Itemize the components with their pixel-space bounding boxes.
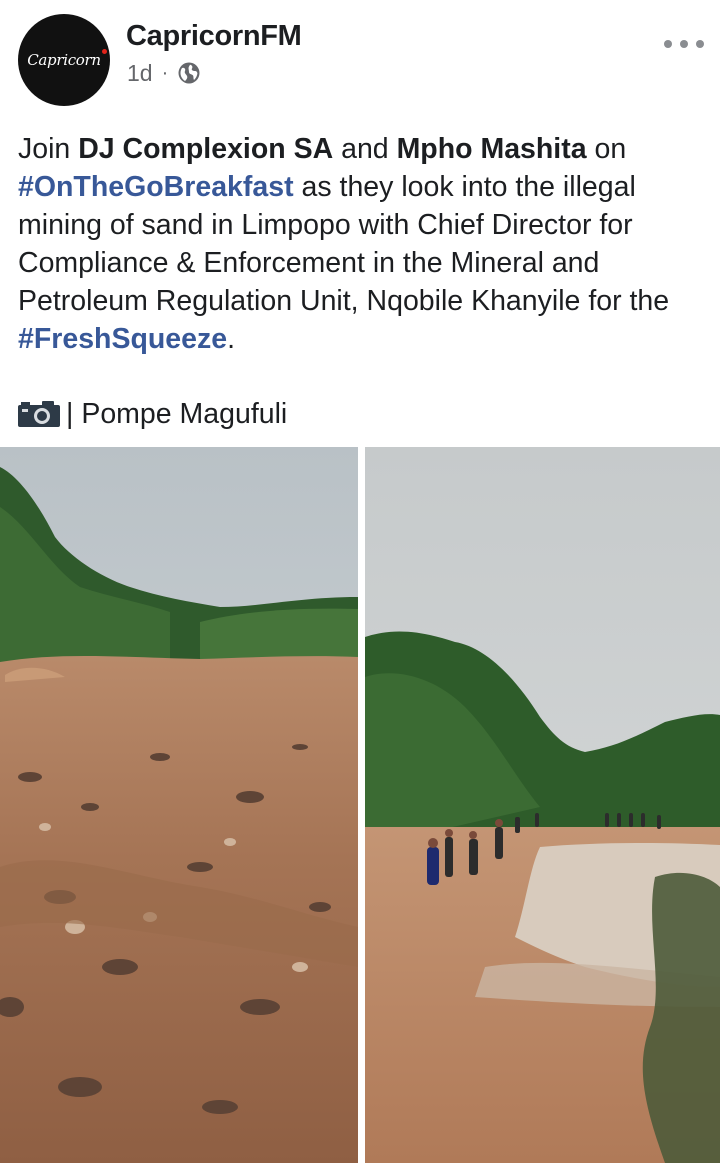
river-people-photo[interactable] bbox=[365, 447, 720, 1163]
logo-dot bbox=[101, 49, 107, 54]
meta-separator: · bbox=[161, 61, 169, 84]
post-meta: 1d · bbox=[127, 58, 201, 88]
host-mention-2: Mpho Mashita bbox=[396, 133, 587, 165]
credit-text: | Pompe Magufuli bbox=[66, 397, 288, 430]
photo-grid bbox=[0, 447, 720, 1163]
globe-icon[interactable] bbox=[177, 61, 201, 85]
post-header: Capricorn CapricornFM 1d · bbox=[0, 0, 720, 120]
more-options-icon[interactable] bbox=[664, 34, 704, 54]
post-body-text: Join DJ Complexion SA and Mpho Mashita o… bbox=[18, 133, 670, 355]
page-name[interactable]: CapricornFM bbox=[126, 20, 302, 53]
avatar-logo-text: Capricorn bbox=[27, 49, 107, 69]
hashtag-link[interactable]: #FreshSqueeze bbox=[18, 323, 227, 355]
sandy-riverbed-photo[interactable] bbox=[0, 447, 358, 1163]
avatar[interactable]: Capricorn bbox=[18, 14, 110, 106]
host-mention-1: DJ Complexion SA bbox=[78, 133, 334, 165]
post-time[interactable]: 1d bbox=[127, 60, 153, 87]
camera-icon bbox=[18, 401, 60, 427]
hashtag-link[interactable]: #OnTheGoBreakfast bbox=[18, 171, 294, 203]
photo-credit: | Pompe Magufuli bbox=[18, 395, 287, 433]
